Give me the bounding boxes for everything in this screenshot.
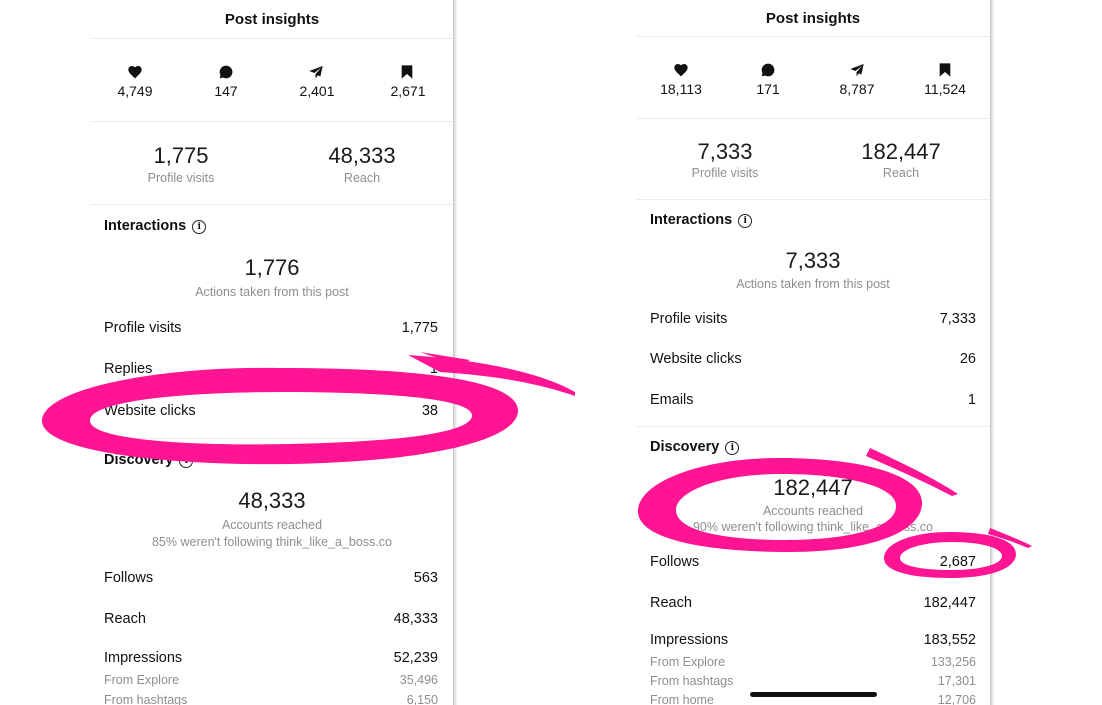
- profile-visits-value: 1,775: [153, 143, 209, 168]
- likes-count: 18,113: [660, 81, 702, 97]
- sub-row-label-home: From home: [650, 693, 714, 705]
- row-value-reach: 182,447: [923, 595, 976, 611]
- reach-label: Reach: [343, 171, 381, 185]
- row-label-follows: Follows: [650, 554, 700, 570]
- heart-icon: [128, 66, 142, 79]
- likes-count: 4,749: [117, 83, 153, 99]
- sub-row-label-hashtags: From hashtags: [104, 693, 188, 705]
- info-icon[interactable]: i: [192, 220, 207, 234]
- reach-value: 48,333: [328, 143, 396, 168]
- row-value-impressions: 183,552: [923, 632, 976, 648]
- comment-icon: [219, 65, 233, 79]
- bookmark-icon: [401, 65, 413, 79]
- interactions-total-label: Actions taken from this post: [736, 277, 890, 291]
- discovery-heading: Discovery i: [650, 439, 740, 455]
- row-value-reach: 48,333: [393, 611, 438, 627]
- comments-count: 147: [214, 83, 238, 99]
- divider: [636, 426, 990, 427]
- row-label-profile-visits: Profile visits: [104, 320, 182, 336]
- left-insights-panel: Post insights 4,749 147 2,401 2,671 1,77…: [90, 0, 454, 705]
- heart-icon: [674, 64, 688, 77]
- page-title: Post insights: [765, 10, 861, 27]
- discovery-total-label: Accounts reached: [762, 504, 864, 518]
- divider: [90, 121, 454, 122]
- reach-value: 182,447: [861, 139, 941, 164]
- info-icon[interactable]: i: [738, 214, 753, 228]
- saves-count: 2,671: [390, 83, 426, 99]
- sub-row-label-explore: From Explore: [104, 673, 180, 687]
- row-label-follows: Follows: [104, 570, 154, 586]
- comment-icon: [761, 63, 775, 77]
- comments-count: 171: [756, 81, 780, 97]
- row-label-impressions: Impressions: [104, 650, 183, 666]
- discovery-total-label: Accounts reached: [221, 518, 323, 532]
- row-value-replies: 1: [429, 361, 438, 377]
- interactions-heading: Interactions i: [650, 212, 753, 228]
- shares-count: 8,787: [839, 81, 875, 97]
- info-icon[interactable]: i: [179, 454, 194, 468]
- sub-row-value-home: 12,706: [937, 693, 976, 705]
- sub-row-value-explore: 35,496: [399, 673, 438, 687]
- row-value-profile-visits: 7,333: [939, 311, 976, 327]
- discovery-total: 48,333: [238, 488, 306, 513]
- sub-row-value-explore: 133,256: [930, 655, 976, 669]
- discovery-total: 182,447: [773, 475, 853, 500]
- row-label-impressions: Impressions: [650, 632, 729, 648]
- row-label-website-clicks: Website clicks: [104, 403, 196, 419]
- interactions-heading-text: Interactions: [650, 212, 733, 228]
- interactions-heading-text: Interactions: [104, 218, 187, 234]
- divider: [636, 118, 990, 119]
- discovery-heading-text: Discovery: [650, 439, 720, 455]
- right-insights-panel: Post insights 18,113 171 8,787 11,524 7,…: [636, 0, 990, 705]
- bookmark-icon: [939, 63, 951, 77]
- profile-visits-value: 7,333: [697, 139, 753, 164]
- row-label-reach: Reach: [104, 611, 146, 627]
- divider: [90, 38, 454, 39]
- sub-row-label-hashtags: From hashtags: [650, 674, 734, 688]
- home-indicator[interactable]: [750, 692, 877, 697]
- row-value-website-clicks: 26: [959, 351, 976, 367]
- row-value-impressions: 52,239: [393, 650, 438, 666]
- profile-visits-label: Profile visits: [691, 166, 759, 180]
- row-label-replies: Replies: [104, 361, 153, 377]
- row-value-website-clicks: 38: [421, 403, 438, 419]
- divider: [90, 204, 454, 205]
- row-value-follows: 2,687: [939, 554, 976, 570]
- row-value-follows: 563: [413, 570, 438, 586]
- page-title: Post insights: [224, 11, 320, 28]
- sub-row-value-hashtags: 17,301: [937, 674, 976, 688]
- divider: [636, 36, 990, 37]
- discovery-heading: Discovery i: [104, 452, 194, 468]
- info-icon[interactable]: i: [725, 441, 740, 455]
- reach-label: Reach: [882, 166, 920, 180]
- saves-count: 11,524: [924, 81, 966, 97]
- row-label-website-clicks: Website clicks: [650, 351, 742, 367]
- row-label-profile-visits: Profile visits: [650, 311, 728, 327]
- panel-edge-shadow: [453, 0, 458, 705]
- share-icon: [850, 64, 864, 77]
- sub-row-label-explore: From Explore: [650, 655, 726, 669]
- interactions-total: 7,333: [785, 248, 841, 273]
- divider: [90, 438, 454, 439]
- following-note: 85% weren't following think_like_a_boss.…: [151, 535, 393, 549]
- discovery-heading-text: Discovery: [104, 452, 174, 468]
- interactions-total: 1,776: [244, 255, 300, 280]
- shares-count: 2,401: [299, 83, 335, 99]
- divider: [636, 199, 990, 200]
- interactions-heading: Interactions i: [104, 218, 207, 234]
- sub-row-value-hashtags: 6,150: [406, 693, 438, 705]
- row-value-profile-visits: 1,775: [401, 320, 438, 336]
- following-note: 90% weren't following think_like_a_boss.…: [692, 520, 934, 534]
- row-value-emails: 1: [967, 392, 976, 408]
- interactions-total-label: Actions taken from this post: [195, 285, 349, 299]
- row-label-emails: Emails: [650, 392, 694, 408]
- panel-edge-shadow: [990, 0, 995, 705]
- share-icon: [309, 66, 323, 79]
- profile-visits-label: Profile visits: [147, 171, 215, 185]
- row-label-reach: Reach: [650, 595, 692, 611]
